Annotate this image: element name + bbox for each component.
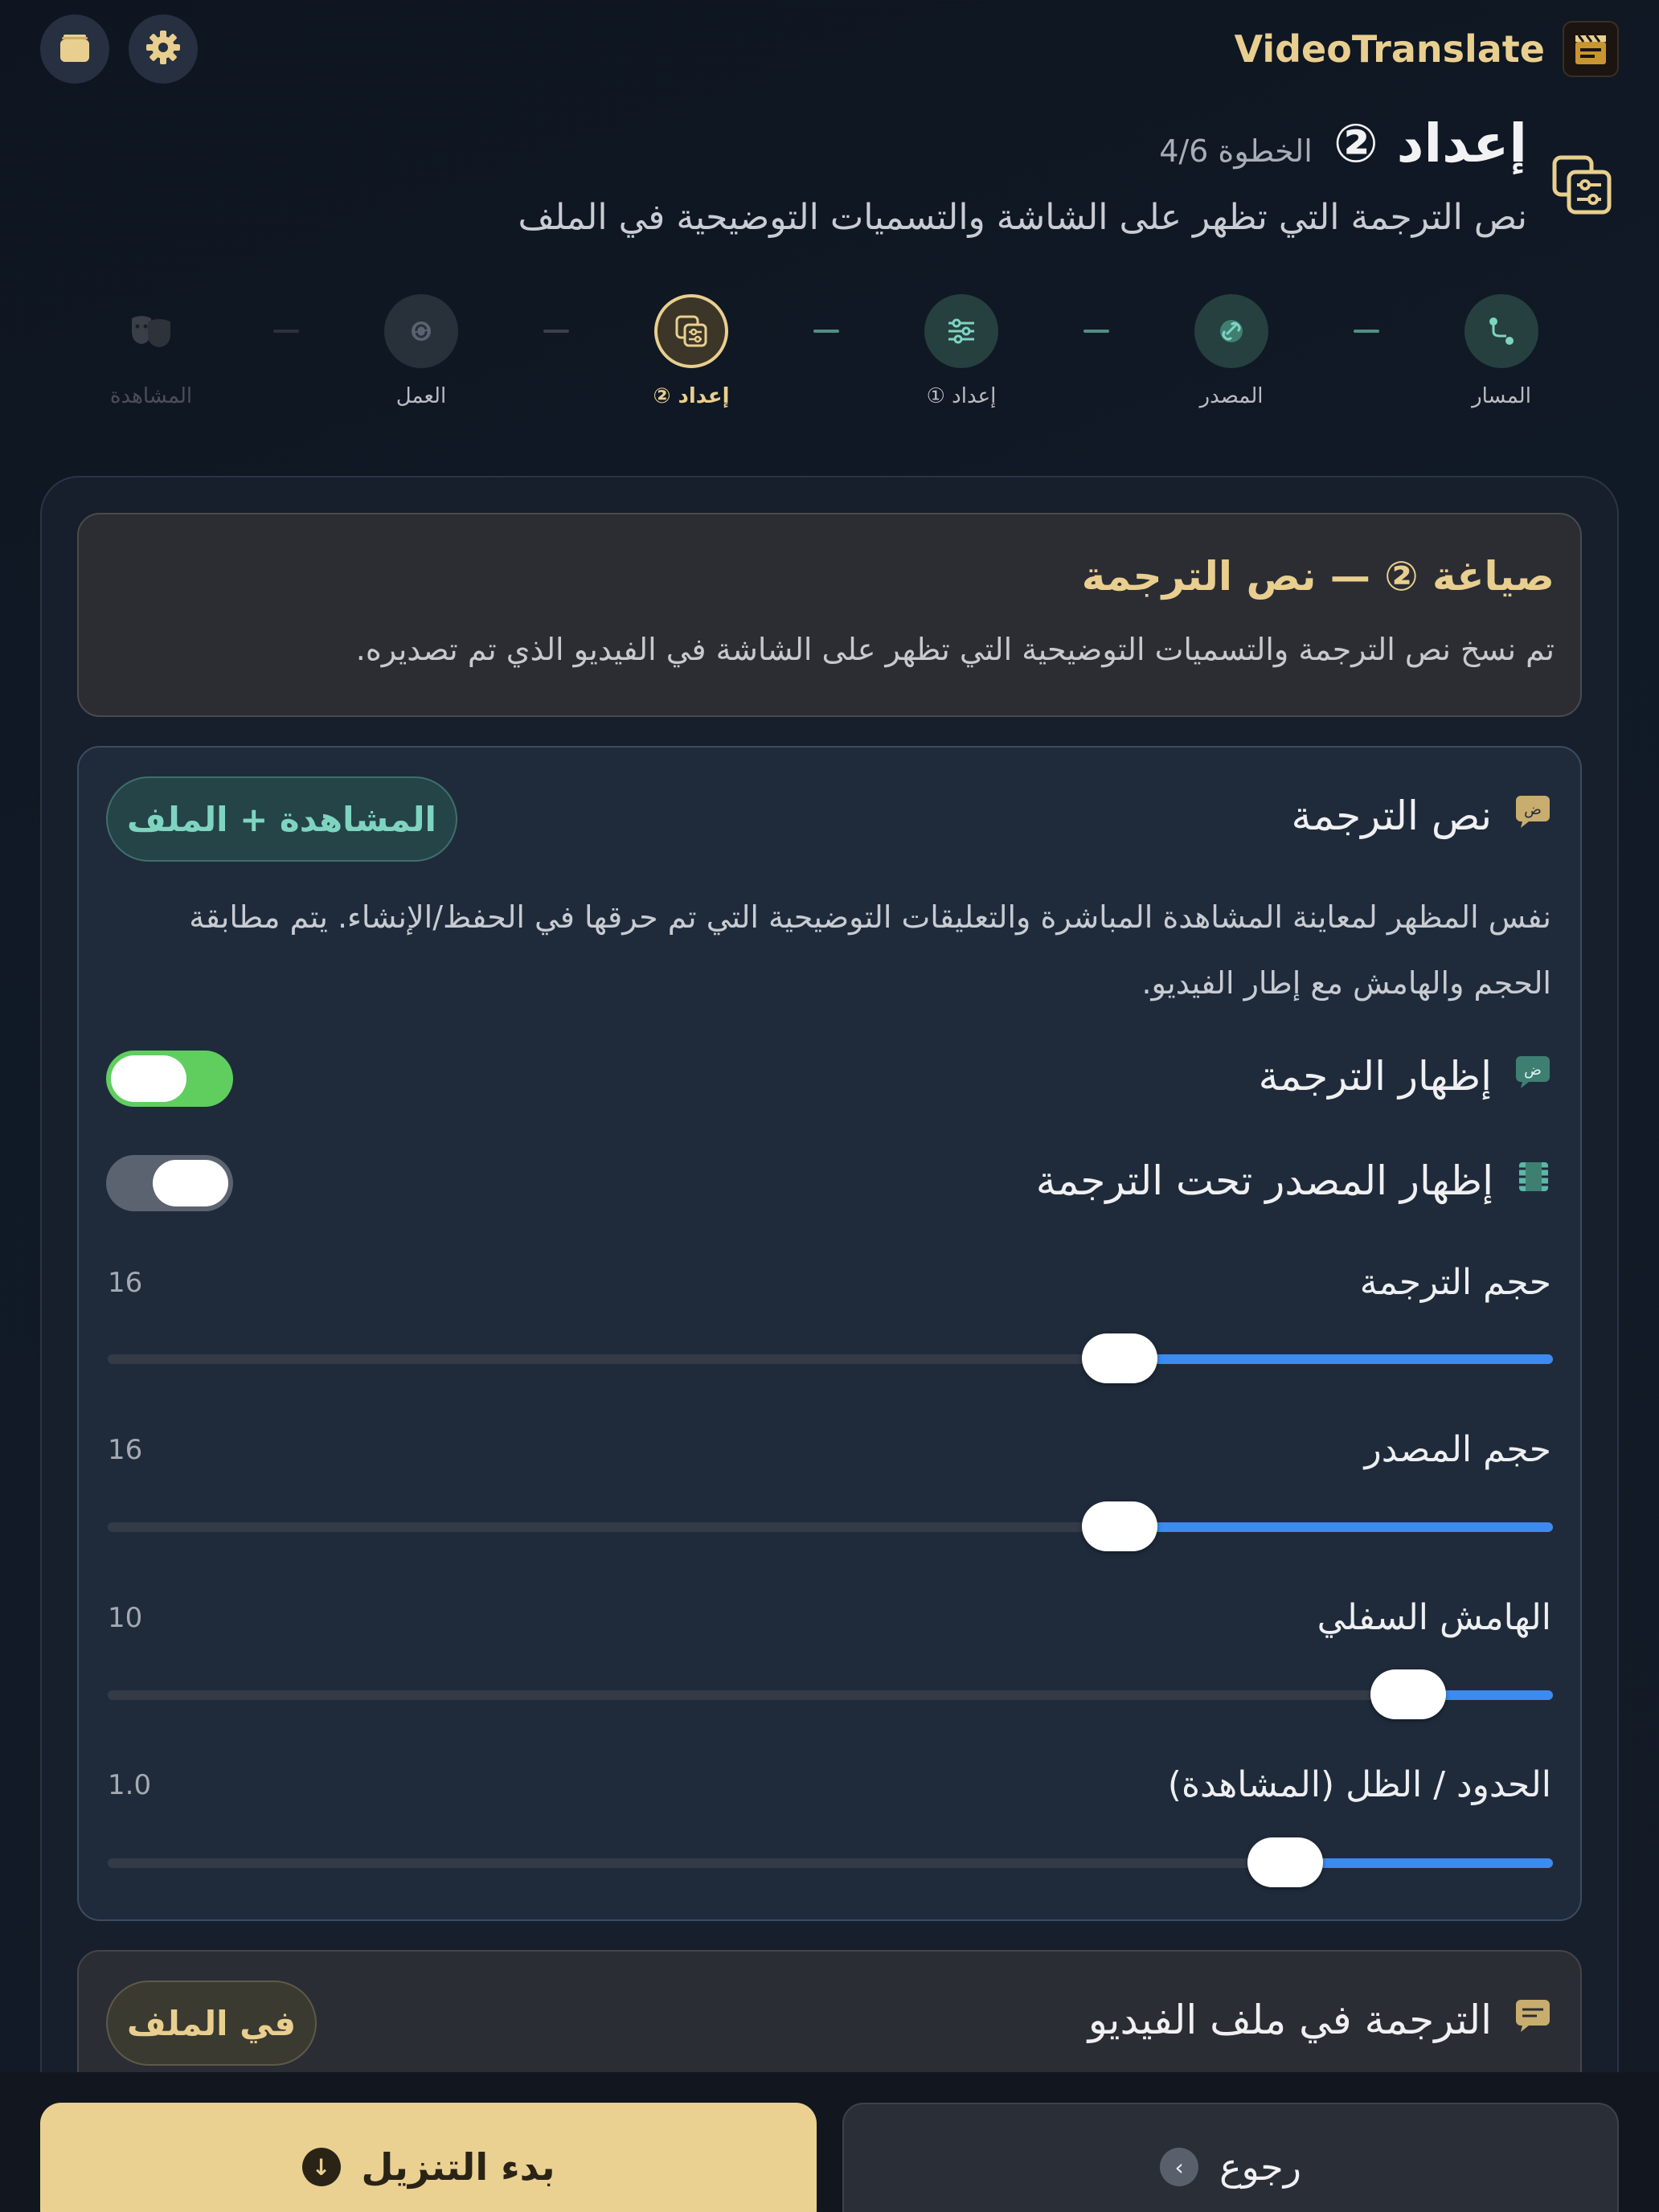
page-title: إعداد ② bbox=[1333, 113, 1527, 174]
scope-badge: في الملف bbox=[106, 1981, 317, 2066]
slider-value: 16 bbox=[108, 1434, 143, 1466]
slider-value: 1.0 bbox=[108, 1769, 152, 1801]
step-label: المسار bbox=[1472, 384, 1531, 408]
slider-label: حجم الترجمة bbox=[1359, 1262, 1551, 1303]
top-bar: VideoTranslate bbox=[0, 0, 1659, 96]
section-title: الترجمة في ملف الفيديو bbox=[1088, 1997, 1492, 2043]
slider-thumb[interactable] bbox=[1081, 1501, 1157, 1551]
step-label: المصدر bbox=[1199, 384, 1264, 408]
slider-thumb[interactable] bbox=[1247, 1837, 1324, 1887]
slider-fill bbox=[1119, 1522, 1553, 1532]
subtitle-section: ض نص الترجمة المشاهدة + الملف نفس المظهر… bbox=[77, 746, 1582, 1921]
gear-icon bbox=[143, 27, 183, 71]
page-header: إعداد ② الخطوة 4/6 نص الترجمة التي تظهر … bbox=[161, 113, 1527, 238]
border-shadow-slider[interactable] bbox=[108, 1837, 1553, 1887]
step-label: إعداد ① bbox=[926, 384, 997, 408]
svg-text:ض: ض bbox=[1524, 801, 1542, 818]
info-title: صياغة ② — نص الترجمة bbox=[1081, 553, 1555, 600]
subtitle-bubble-icon: ض bbox=[1514, 793, 1551, 839]
start-download-button[interactable]: بدء التنزيل ↓ bbox=[40, 2103, 817, 2212]
subtitle-bubble-icon: ض bbox=[1514, 1053, 1551, 1100]
slider-thumb[interactable] bbox=[1081, 1333, 1157, 1383]
settings-button[interactable] bbox=[129, 14, 198, 84]
link-icon bbox=[1194, 294, 1268, 368]
sliders-icon bbox=[924, 294, 998, 368]
theater-masks-icon bbox=[114, 294, 188, 368]
toggle-label: إظهار الترجمة bbox=[1258, 1053, 1492, 1100]
sliders-panel-icon bbox=[654, 294, 728, 368]
progress-stepper: المسار المصدر إعداد ① إعداد ② العمل المش… bbox=[80, 294, 1575, 423]
step-counter: الخطوة 4/6 bbox=[1159, 133, 1313, 169]
route-icon bbox=[1464, 294, 1538, 368]
bottom-margin-slider[interactable] bbox=[108, 1669, 1553, 1719]
button-label: بدء التنزيل bbox=[361, 2145, 555, 2189]
back-button[interactable]: رجوع › bbox=[842, 2103, 1619, 2212]
slider-label: الهامش السفلي bbox=[1317, 1597, 1551, 1638]
section-description-wrap: نفس المظهر لمعاينة المشاهدة المباشرة وال… bbox=[79, 884, 1580, 1016]
svg-text:ض: ض bbox=[1524, 1062, 1542, 1079]
step-connector bbox=[1083, 330, 1109, 333]
button-label: رجوع bbox=[1219, 2145, 1301, 2189]
app-title: VideoTranslate bbox=[1234, 27, 1545, 71]
source-size-slider[interactable] bbox=[108, 1501, 1553, 1551]
step-connector bbox=[273, 330, 299, 333]
caption-icon bbox=[1514, 1997, 1551, 2043]
step-setup-1[interactable]: إعداد ① bbox=[873, 294, 1050, 408]
slider-fill bbox=[1119, 1354, 1553, 1364]
stack-icon bbox=[55, 28, 94, 70]
slider-value: 10 bbox=[108, 1602, 143, 1634]
info-card: صياغة ② — نص الترجمة تم نسخ نص الترجمة و… bbox=[77, 513, 1582, 717]
download-arrow-icon: ↓ bbox=[301, 2148, 341, 2186]
info-text: تم نسخ نص الترجمة والتسميات التوضيحية ال… bbox=[355, 632, 1555, 667]
slider-thumb[interactable] bbox=[1370, 1669, 1447, 1719]
page-subtitle: نص الترجمة التي تظهر على الشاشة والتسميا… bbox=[518, 197, 1527, 238]
footer-bar: بدء التنزيل ↓ رجوع › bbox=[0, 2072, 1659, 2212]
scope-badge: المشاهدة + الملف bbox=[106, 776, 457, 862]
toggle-knob bbox=[111, 1055, 186, 1102]
chevron-right-icon: › bbox=[1160, 2148, 1199, 2186]
step-setup-2[interactable]: إعداد ② bbox=[603, 294, 780, 408]
step-watch: المشاهدة bbox=[63, 294, 240, 408]
slider-label: حجم المصدر bbox=[1364, 1429, 1551, 1470]
library-button[interactable] bbox=[40, 14, 109, 84]
toggle-row-show-subtitles: ض إظهار الترجمة bbox=[79, 1053, 1580, 1100]
slider-value: 16 bbox=[108, 1267, 143, 1299]
film-icon bbox=[1516, 1157, 1551, 1204]
toggle-row-show-source: إظهار المصدر تحت الترجمة bbox=[79, 1157, 1580, 1204]
brand: VideoTranslate bbox=[1235, 19, 1619, 79]
toggle-label: إظهار المصدر تحت الترجمة bbox=[1035, 1157, 1493, 1204]
show-subtitles-toggle[interactable] bbox=[106, 1051, 233, 1107]
show-source-toggle[interactable] bbox=[106, 1155, 233, 1211]
step-label: العمل bbox=[395, 384, 447, 408]
film-slate-icon bbox=[1563, 21, 1619, 77]
slider-fill bbox=[1285, 1858, 1553, 1868]
section-title: نص الترجمة bbox=[1291, 793, 1493, 839]
step-label: إعداد ② bbox=[653, 384, 730, 408]
refresh-icon bbox=[384, 294, 458, 368]
slider-label: الحدود / الظل (المشاهدة) bbox=[1167, 1764, 1551, 1805]
step-connector bbox=[1354, 330, 1379, 333]
sliders-panel-icon bbox=[1550, 153, 1614, 217]
step-connector bbox=[543, 330, 569, 333]
step-route[interactable]: المسار bbox=[1413, 294, 1590, 408]
toggle-knob bbox=[153, 1160, 228, 1206]
section-description: نفس المظهر لمعاينة المشاهدة المباشرة وال… bbox=[189, 899, 1551, 1001]
step-work[interactable]: العمل bbox=[333, 294, 510, 408]
step-connector bbox=[813, 330, 839, 333]
step-source[interactable]: المصدر bbox=[1143, 294, 1320, 408]
step-label: المشاهدة bbox=[109, 384, 193, 408]
subtitle-size-slider[interactable] bbox=[108, 1333, 1553, 1383]
